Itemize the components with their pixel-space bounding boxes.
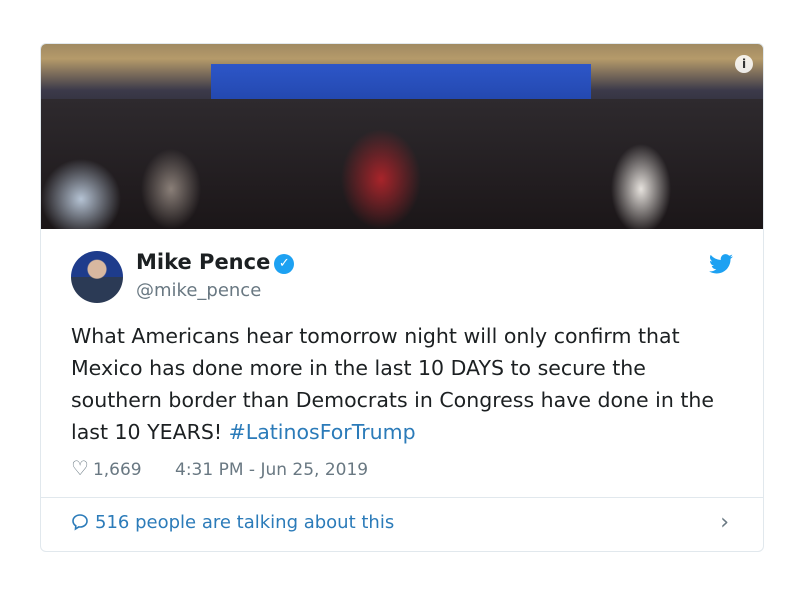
embedded-tweet: i Mike Pence ✓ @mike_pence What Americans… xyxy=(40,43,764,552)
info-icon[interactable]: i xyxy=(735,55,753,73)
crowd-image xyxy=(41,99,763,229)
talking-link[interactable]: 516 people are talking about this xyxy=(71,512,394,533)
author-name-text[interactable]: Mike Pence xyxy=(136,250,270,274)
twitter-bird-icon[interactable] xyxy=(709,254,733,280)
chevron-right-icon[interactable]: › xyxy=(720,510,729,535)
divider xyxy=(41,497,763,498)
author-name[interactable]: Mike Pence ✓ xyxy=(136,250,295,274)
verified-icon: ✓ xyxy=(274,254,295,274)
tweet-text: What Americans hear tomorrow night will … xyxy=(71,320,741,448)
avatar[interactable] xyxy=(71,251,123,303)
talking-text: 516 people are talking about this xyxy=(95,512,395,533)
tweet-photo[interactable]: i xyxy=(41,44,763,229)
author-handle[interactable]: @mike_pence xyxy=(136,280,261,301)
timestamp-link[interactable]: 4:31 PM - Jun 25, 2019 xyxy=(175,460,368,480)
hashtag-link[interactable]: #LatinosForTrump xyxy=(229,420,416,444)
heart-icon: ♡ xyxy=(71,456,89,480)
like-button[interactable]: ♡ 1,669 xyxy=(71,456,156,480)
like-count: 1,669 xyxy=(92,460,142,480)
comment-icon xyxy=(72,514,88,531)
tweet-meta: ♡ 1,669 4:31 PM - Jun 25, 2019 xyxy=(71,456,382,480)
